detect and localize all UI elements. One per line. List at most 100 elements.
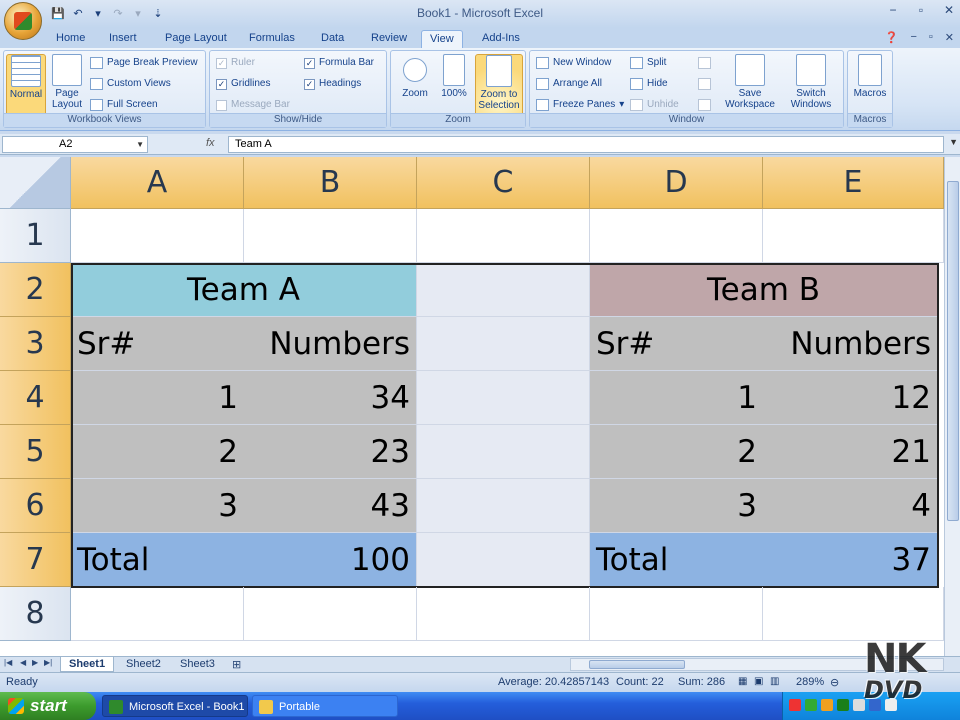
zoom-100-button[interactable]: 100% xyxy=(435,54,473,116)
team-b-num-2[interactable]: 21 xyxy=(763,425,938,479)
first-sheet-icon[interactable]: |◀ xyxy=(4,658,12,667)
formula-bar-checkbox[interactable]: ✓ Formula Bar xyxy=(304,55,374,71)
tab-home[interactable]: Home xyxy=(48,30,93,48)
row-header-7[interactable]: 7 xyxy=(0,533,71,587)
tab-data[interactable]: Data xyxy=(313,30,352,48)
team-a-sr-1[interactable]: 1 xyxy=(71,371,244,425)
cell-c7[interactable] xyxy=(417,533,590,587)
page-layout-view-button[interactable]: Page Layout xyxy=(48,54,86,116)
worksheet-grid[interactable]: A B C D E 1 2 3 4 5 6 7 8 Team A Sr# Num… xyxy=(0,157,944,656)
page-layout-status-icon[interactable]: ▣ xyxy=(754,676,763,687)
team-a-total-label[interactable]: Total xyxy=(71,533,244,587)
row-header-5[interactable]: 5 xyxy=(0,425,71,479)
name-box[interactable]: A2 ▼ xyxy=(2,136,148,153)
insert-sheet-icon[interactable]: ⊞ xyxy=(232,658,241,671)
next-sheet-icon[interactable]: ▶ xyxy=(32,658,38,667)
tray-icon-2[interactable] xyxy=(805,699,817,711)
ribbon-close-icon[interactable]: ✕ xyxy=(945,31,954,44)
row-header-6[interactable]: 6 xyxy=(0,479,71,533)
zoom-to-selection-button[interactable]: Zoom to Selection xyxy=(475,54,523,116)
team-a-num-3[interactable]: 43 xyxy=(244,479,417,533)
team-a-sr-2[interactable]: 2 xyxy=(71,425,244,479)
insert-function-icon[interactable]: fx xyxy=(206,137,215,149)
expand-formula-bar-icon[interactable]: ▼ xyxy=(949,137,958,147)
cell-d1[interactable] xyxy=(590,209,763,263)
last-sheet-icon[interactable]: ▶| xyxy=(44,658,52,667)
office-button[interactable] xyxy=(4,2,42,40)
team-a-header-numbers[interactable]: Numbers xyxy=(244,317,417,371)
taskbar-item-excel[interactable]: Microsoft Excel - Book1 xyxy=(102,695,248,717)
team-a-header-sr[interactable]: Sr# xyxy=(71,317,244,371)
ribbon-minimize-icon[interactable]: − xyxy=(910,31,916,44)
team-a-sr-3[interactable]: 3 xyxy=(71,479,244,533)
column-header-b[interactable]: B xyxy=(244,157,417,209)
zoom-level[interactable]: 289% xyxy=(796,676,824,688)
reset-window-position-button[interactable] xyxy=(698,97,711,113)
cell-c2[interactable] xyxy=(417,263,590,317)
team-b-total-label[interactable]: Total xyxy=(590,533,763,587)
sheet-tab-sheet3[interactable]: Sheet3 xyxy=(172,657,223,672)
help-icon[interactable]: ❓ xyxy=(885,31,899,44)
ribbon-restore-icon[interactable]: ▫ xyxy=(929,31,933,44)
arrange-all-button[interactable]: Arrange All xyxy=(536,76,602,92)
synchronous-scrolling-button[interactable] xyxy=(698,76,711,92)
tab-page-layout[interactable]: Page Layout xyxy=(157,30,235,48)
restore-button[interactable]: ▫ xyxy=(914,3,928,17)
macros-button[interactable]: Macros xyxy=(850,54,890,116)
team-b-num-1[interactable]: 12 xyxy=(763,371,938,425)
page-break-preview-button[interactable]: Page Break Preview xyxy=(90,55,198,71)
message-bar-checkbox[interactable]: Message Bar xyxy=(216,97,290,113)
team-a-num-1[interactable]: 34 xyxy=(244,371,417,425)
tab-add-ins[interactable]: Add-Ins xyxy=(474,30,528,48)
team-a-title[interactable]: Team A xyxy=(71,263,417,317)
team-a-total-value[interactable]: 100 xyxy=(244,533,417,587)
zoom-out-icon[interactable]: ⊖ xyxy=(830,676,839,689)
team-b-sr-3[interactable]: 3 xyxy=(590,479,763,533)
vertical-scrollbar[interactable] xyxy=(944,157,960,656)
save-workspace-button[interactable]: Save Workspace xyxy=(722,54,778,116)
horizontal-scroll-thumb[interactable] xyxy=(589,660,685,669)
row-header-2[interactable]: 2 xyxy=(0,263,71,317)
column-header-d[interactable]: D xyxy=(590,157,763,209)
tray-icon-4[interactable] xyxy=(837,699,849,711)
prev-sheet-icon[interactable]: ◀ xyxy=(20,658,26,667)
cell-c5[interactable] xyxy=(417,425,590,479)
cell-c1[interactable] xyxy=(417,209,590,263)
cell-b8[interactable] xyxy=(244,587,417,641)
cell-b1[interactable] xyxy=(244,209,417,263)
cell-a1[interactable] xyxy=(71,209,244,263)
chevron-down-icon[interactable]: ▼ xyxy=(136,137,144,152)
headings-checkbox[interactable]: ✓ Headings xyxy=(304,76,361,92)
team-b-sr-2[interactable]: 2 xyxy=(590,425,763,479)
ruler-checkbox[interactable]: ✓ Ruler xyxy=(216,55,255,71)
column-header-c[interactable]: C xyxy=(417,157,590,209)
minimize-button[interactable]: − xyxy=(886,3,900,17)
tray-icon-1[interactable] xyxy=(789,699,801,711)
cell-c8[interactable] xyxy=(417,587,590,641)
normal-view-button[interactable]: Normal xyxy=(6,54,46,116)
row-header-8[interactable]: 8 xyxy=(0,587,71,641)
tab-formulas[interactable]: Formulas xyxy=(241,30,303,48)
full-screen-button[interactable]: Full Screen xyxy=(90,97,158,113)
sheet-tab-sheet2[interactable]: Sheet2 xyxy=(118,657,169,672)
split-button[interactable]: Split xyxy=(630,55,666,71)
new-window-button[interactable]: New Window xyxy=(536,55,611,71)
team-b-total-value[interactable]: 37 xyxy=(763,533,938,587)
column-header-e[interactable]: E xyxy=(763,157,944,209)
custom-views-button[interactable]: Custom Views xyxy=(90,76,171,92)
hide-button[interactable]: Hide xyxy=(630,76,668,92)
select-all-button[interactable] xyxy=(0,157,71,209)
close-button[interactable]: ✕ xyxy=(942,3,956,17)
sheet-tab-sheet1[interactable]: Sheet1 xyxy=(60,657,115,672)
team-b-sr-1[interactable]: 1 xyxy=(590,371,763,425)
tab-insert[interactable]: Insert xyxy=(101,30,145,48)
formula-input[interactable]: Team A xyxy=(228,136,944,153)
team-a-num-2[interactable]: 23 xyxy=(244,425,417,479)
cell-d8[interactable] xyxy=(590,587,763,641)
row-header-4[interactable]: 4 xyxy=(0,371,71,425)
gridlines-checkbox[interactable]: ✓ Gridlines xyxy=(216,76,270,92)
team-b-title[interactable]: Team B xyxy=(590,263,938,317)
cell-c3[interactable] xyxy=(417,317,590,371)
unhide-button[interactable]: Unhide xyxy=(630,97,679,113)
start-button[interactable]: start xyxy=(0,692,96,720)
